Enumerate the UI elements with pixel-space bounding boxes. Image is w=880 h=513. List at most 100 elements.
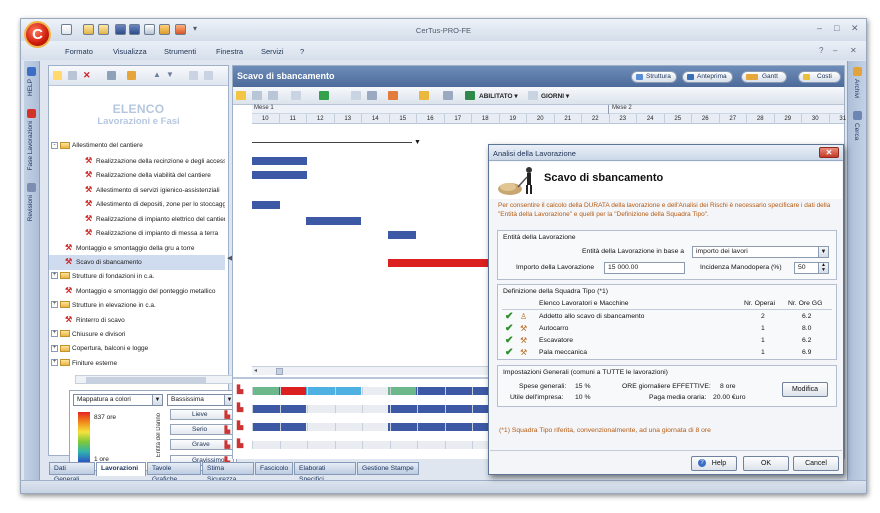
- tab-elaborati-specifici[interactable]: Elaborati Specifici: [294, 462, 356, 483]
- copy-icon[interactable]: [68, 71, 77, 80]
- flag-icon[interactable]: [319, 91, 329, 100]
- expand-toggle-icon[interactable]: +: [51, 301, 58, 309]
- histogram-icon[interactable]: ▙: [237, 403, 248, 412]
- tab-dati-generali[interactable]: Dati Generali: [49, 462, 95, 483]
- incidence-stepper[interactable]: 50 ▲ ▼: [794, 262, 829, 274]
- sort-icon[interactable]: [388, 91, 398, 100]
- tab-stima-sicurezza[interactable]: Stima Sicurezza: [202, 462, 254, 483]
- move-up-icon[interactable]: ▲: [153, 70, 161, 79]
- close-icon[interactable]: ✕: [851, 23, 859, 34]
- menu-strumenti[interactable]: Strumenti: [164, 47, 196, 56]
- color-icon[interactable]: [419, 91, 429, 100]
- tab-lavorazioni[interactable]: Lavorazioni: [96, 462, 146, 476]
- tree-row[interactable]: + Strutture di fondazioni in c.a.: [49, 270, 225, 285]
- link-icon[interactable]: [268, 91, 278, 100]
- mdi-close-icon[interactable]: ✕: [850, 46, 857, 55]
- color-map-select[interactable]: Mappatura a colori ▼: [73, 394, 163, 406]
- zoom-icon[interactable]: [291, 91, 301, 100]
- tab-gestione-stampe[interactable]: Gestione Stampe: [357, 462, 419, 475]
- tab-fascicolo[interactable]: Fascicolo: [255, 462, 293, 475]
- critical-path-icon[interactable]: [367, 91, 377, 100]
- sidebar-tab-revisioni[interactable]: Revisioni: [27, 195, 34, 221]
- menu-visualizza[interactable]: Visualizza: [113, 47, 147, 56]
- histogram-icon[interactable]: ▙: [237, 439, 248, 448]
- archive-icon[interactable]: [127, 71, 136, 80]
- menu-finestra[interactable]: Finestra: [216, 47, 243, 56]
- menu-formato[interactable]: Formato: [65, 47, 93, 56]
- sidebar-tab-help[interactable]: HELP: [27, 79, 34, 96]
- task-bar[interactable]: [388, 231, 416, 239]
- risk-level-select[interactable]: Bassissima ▼: [167, 394, 235, 406]
- histogram-icon[interactable]: ▙: [237, 421, 248, 430]
- gantt-button[interactable]: Gantt: [741, 71, 787, 83]
- stepper-arrows-icon[interactable]: ▲ ▼: [818, 263, 828, 273]
- tree-row[interactable]: ⚒ Allestimento di servizi igienico-assist…: [49, 183, 225, 198]
- sidebar-tab-archivi[interactable]: Archivi: [853, 79, 860, 99]
- tree-row[interactable]: ⚒ Scavo di sbancamento: [49, 255, 225, 270]
- expand-toggle-icon[interactable]: +: [51, 272, 58, 280]
- maximize-icon[interactable]: □: [834, 23, 839, 33]
- tree-row[interactable]: ⚒ Montaggio e smontaggio della gru a torr…: [49, 241, 225, 256]
- delete-icon[interactable]: ✕: [83, 71, 92, 80]
- menu-servizi[interactable]: Servizi: [261, 47, 284, 56]
- expand-all-icon[interactable]: [189, 71, 198, 80]
- new-folder-icon[interactable]: [53, 71, 62, 80]
- task-bar[interactable]: [252, 157, 307, 165]
- level-grave-button[interactable]: Grave ▙: [170, 439, 234, 450]
- tree-row[interactable]: ⚒ Realizzazione della viabilità del canti…: [49, 168, 225, 183]
- scroll-thumb[interactable]: [276, 368, 283, 375]
- tab-tavole-grafiche[interactable]: Tavole Grafiche: [147, 462, 201, 483]
- giorni-dropdown[interactable]: GIORNI ▾: [541, 92, 569, 100]
- level-serio-button[interactable]: Serio ▙: [170, 424, 234, 435]
- tree-row[interactable]: + Strutture in elevazione in c.a.: [49, 299, 225, 314]
- tree-row[interactable]: ⚒ Realizzazione di impianto di messa a te…: [49, 226, 225, 241]
- task-bar[interactable]: [252, 171, 307, 179]
- print-gantt-icon[interactable]: [443, 91, 453, 100]
- tree-row[interactable]: ⚒ Realizzazione di impianto elettrico del…: [49, 212, 225, 227]
- days-icon[interactable]: [528, 91, 538, 100]
- menu-help[interactable]: ?: [300, 47, 304, 56]
- amount-input[interactable]: 15 000.00: [604, 262, 685, 274]
- modifica-button[interactable]: Modifica: [782, 382, 828, 397]
- tree-row[interactable]: ⚒ Allestimento di depositi, zone per lo s…: [49, 197, 225, 212]
- move-icon[interactable]: [236, 91, 246, 100]
- sidebar-tab-cerca[interactable]: Cerca: [853, 123, 860, 140]
- expand-toggle-icon[interactable]: +: [51, 359, 58, 367]
- basis-select[interactable]: importo dei lavori ▼: [692, 246, 829, 258]
- task-bar[interactable]: [252, 201, 280, 209]
- expand-toggle-icon[interactable]: +: [51, 344, 58, 352]
- tree-row[interactable]: - Allestimento del cantiere: [49, 139, 225, 154]
- scroll-left-icon[interactable]: ◂: [254, 367, 257, 374]
- anteprima-button[interactable]: Anteprima: [682, 71, 733, 83]
- properties-icon[interactable]: [107, 71, 116, 80]
- help-button[interactable]: ? Help: [691, 456, 737, 471]
- move-down-icon[interactable]: ▼: [166, 70, 174, 79]
- enabled-icon[interactable]: [465, 91, 475, 100]
- tree-row[interactable]: ⚒ Montaggio e smontaggio del ponteggio me…: [49, 284, 225, 299]
- abilitato-dropdown[interactable]: ABILITATO ▾: [479, 92, 518, 100]
- cancel-button[interactable]: Cancel: [793, 456, 839, 471]
- histogram-icon[interactable]: ▙: [237, 385, 248, 394]
- tree-row[interactable]: ⚒ Rinterro di scavo: [49, 313, 225, 328]
- collapse-all-icon[interactable]: [204, 71, 213, 80]
- tree-row[interactable]: + Finiture esterne: [49, 357, 225, 372]
- level-lieve-button[interactable]: Lieve ▙: [170, 409, 234, 420]
- tree-row[interactable]: + Copertura, balconi e logge: [49, 342, 225, 357]
- tree-row[interactable]: ⚒ Realizzazione della recinzione e degli …: [49, 154, 225, 169]
- expand-toggle-icon[interactable]: -: [51, 141, 58, 149]
- mdi-minimize-icon[interactable]: –: [833, 46, 837, 55]
- ok-button[interactable]: OK: [743, 456, 789, 471]
- pan-icon[interactable]: [252, 91, 262, 100]
- tree-horizontal-scrollbar[interactable]: [75, 375, 235, 384]
- calendar-icon[interactable]: [351, 91, 361, 100]
- mdi-help-icon[interactable]: ?: [819, 46, 823, 55]
- minimize-icon[interactable]: –: [817, 23, 822, 33]
- task-bar[interactable]: [306, 217, 361, 225]
- sidebar-tab-fase-lavorazioni[interactable]: Fase Lavorazioni: [27, 121, 34, 171]
- tree-row[interactable]: + Chiusure e divisori: [49, 328, 225, 343]
- costi-button[interactable]: Costi: [798, 71, 841, 83]
- expand-toggle-icon[interactable]: +: [51, 330, 58, 338]
- struttura-button[interactable]: Struttura: [631, 71, 677, 83]
- dialog-close-icon[interactable]: ✕: [819, 147, 839, 158]
- app-logo[interactable]: C: [24, 21, 51, 48]
